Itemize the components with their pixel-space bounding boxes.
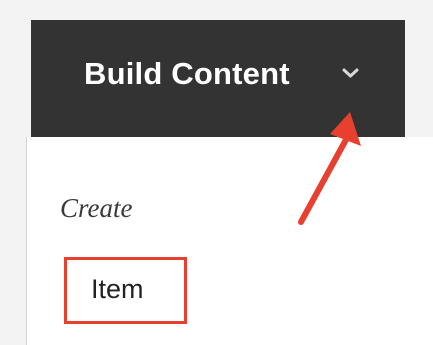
menu-item-item[interactable]: Item bbox=[64, 257, 187, 324]
menu-item-label: Item bbox=[91, 274, 144, 304]
screenshot-stage: Build Content Create Item bbox=[0, 0, 433, 345]
create-section-heading: Create bbox=[60, 193, 133, 223]
toolbar-strip bbox=[0, 0, 433, 20]
build-content-label: Build Content bbox=[84, 56, 290, 91]
build-content-button[interactable]: Build Content bbox=[31, 20, 405, 137]
chevron-down-icon bbox=[342, 68, 359, 78]
build-content-dropdown: Create Item bbox=[26, 137, 433, 345]
